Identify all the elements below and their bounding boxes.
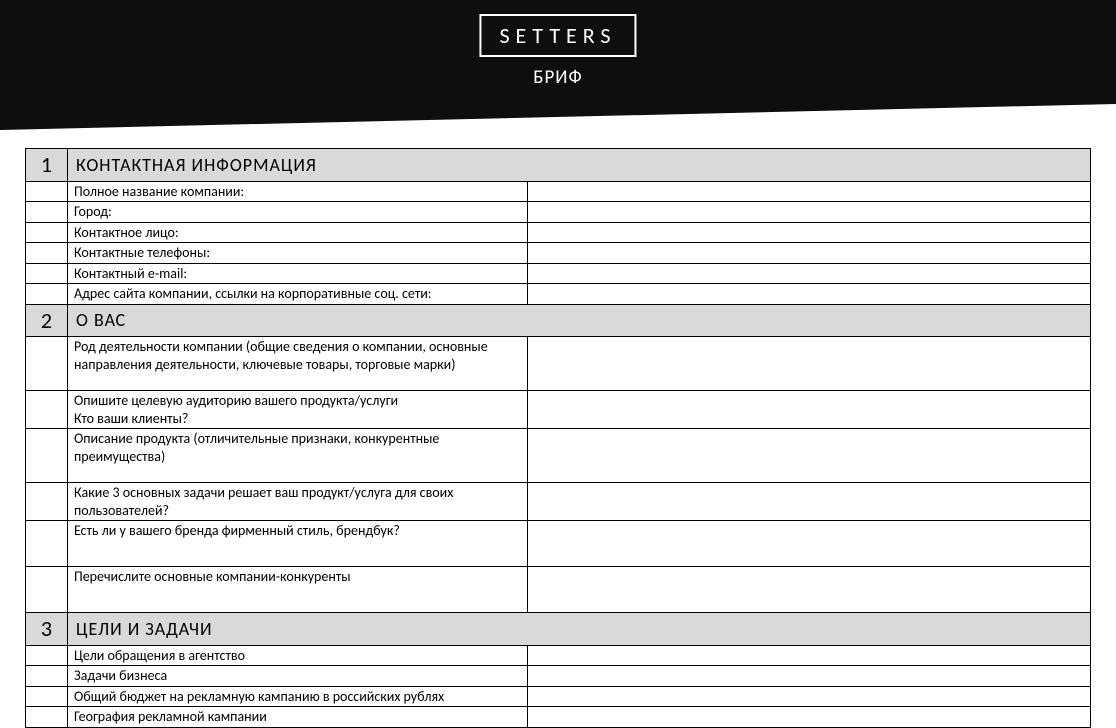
document-header: SETTERS БРИФ xyxy=(0,0,1116,130)
form-content: 1КОНТАКТНАЯ ИНФОРМАЦИЯПолное название ко… xyxy=(0,130,1116,728)
field-value[interactable] xyxy=(528,483,1091,521)
section-title: ЦЕЛИ И ЗАДАЧИ xyxy=(68,613,1091,646)
field-label: Город: xyxy=(68,202,528,223)
field-label: Контактные телефоны: xyxy=(68,243,528,264)
field-label: Контактное лицо: xyxy=(68,222,528,243)
field-label: Задачи бизнеса xyxy=(68,666,528,687)
field-value[interactable] xyxy=(528,337,1091,391)
field-value[interactable] xyxy=(528,707,1091,728)
field-label: Опишите целевую аудиторию вашего продукт… xyxy=(68,391,528,429)
field-label: Перечислите основные компании-конкуренты xyxy=(68,567,528,613)
table-spacer xyxy=(26,567,68,613)
field-value[interactable] xyxy=(528,202,1091,223)
table-spacer xyxy=(26,337,68,391)
table-spacer xyxy=(26,391,68,429)
table-spacer xyxy=(26,686,68,707)
table-spacer xyxy=(26,645,68,666)
field-label: Полное название компании: xyxy=(68,181,528,202)
section-number: 1 xyxy=(26,149,68,182)
field-value[interactable] xyxy=(528,666,1091,687)
table-spacer xyxy=(26,181,68,202)
field-value[interactable] xyxy=(528,567,1091,613)
field-value[interactable] xyxy=(528,521,1091,567)
table-spacer xyxy=(26,263,68,284)
field-value[interactable] xyxy=(528,243,1091,264)
section-number: 2 xyxy=(26,304,68,337)
field-label: Описание продукта (отличительные признак… xyxy=(68,429,528,483)
table-spacer xyxy=(26,243,68,264)
field-value[interactable] xyxy=(528,222,1091,243)
field-value[interactable] xyxy=(528,686,1091,707)
brief-table: 1КОНТАКТНАЯ ИНФОРМАЦИЯПолное название ко… xyxy=(25,148,1091,728)
table-spacer xyxy=(26,521,68,567)
field-value[interactable] xyxy=(528,284,1091,305)
section-number: 3 xyxy=(26,613,68,646)
field-value[interactable] xyxy=(528,429,1091,483)
table-spacer xyxy=(26,222,68,243)
table-spacer xyxy=(26,429,68,483)
field-label: Род деятельности компании (общие сведени… xyxy=(68,337,528,391)
table-spacer xyxy=(26,707,68,728)
field-value[interactable] xyxy=(528,645,1091,666)
field-label: Контактный e-mail: xyxy=(68,263,528,284)
table-spacer xyxy=(26,202,68,223)
section-title: КОНТАКТНАЯ ИНФОРМАЦИЯ xyxy=(68,149,1091,182)
table-spacer xyxy=(26,666,68,687)
field-label: Цели обращения в агентство xyxy=(68,645,528,666)
field-value[interactable] xyxy=(528,391,1091,429)
section-title: О ВАС xyxy=(68,304,1091,337)
field-value[interactable] xyxy=(528,181,1091,202)
field-label: Общий бюджет на рекламную кампанию в рос… xyxy=(68,686,528,707)
field-label: Адрес сайта компании, ссылки на корпорат… xyxy=(68,284,528,305)
brand-logo: SETTERS xyxy=(479,14,636,57)
document-subtitle: БРИФ xyxy=(533,66,582,89)
field-label: Какие 3 основных задачи решает ваш проду… xyxy=(68,483,528,521)
table-spacer xyxy=(26,284,68,305)
field-label: География рекламной кампании xyxy=(68,707,528,728)
field-value[interactable] xyxy=(528,263,1091,284)
field-label: Есть ли у вашего бренда фирменный стиль,… xyxy=(68,521,528,567)
table-spacer xyxy=(26,483,68,521)
